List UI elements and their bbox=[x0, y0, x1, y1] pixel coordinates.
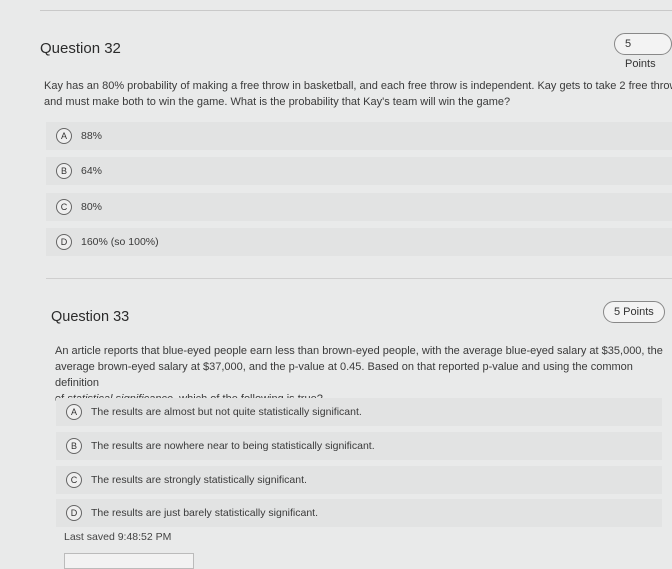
submit-button-partial[interactable] bbox=[64, 553, 194, 569]
option-label: The results are strongly statistically s… bbox=[91, 474, 307, 486]
question-33-title: Question 33 bbox=[51, 309, 130, 325]
option-label: The results are nowhere near to being st… bbox=[91, 440, 375, 452]
option-letter-d: D bbox=[66, 505, 82, 521]
option-letter-a: A bbox=[66, 404, 82, 420]
option-label: 160% (so 100%) bbox=[81, 236, 159, 248]
question-32-option-b[interactable]: B 64% bbox=[46, 157, 672, 185]
question-32-points-badge: 5 Points bbox=[614, 33, 672, 70]
option-label: 88% bbox=[81, 130, 103, 142]
option-label: 80% bbox=[81, 201, 103, 213]
question-33-text-line-1: An article reports that blue-eyed people… bbox=[55, 345, 663, 357]
question-32-option-a[interactable]: A 88% bbox=[46, 122, 672, 150]
question-33-points-badge: 5 Points bbox=[603, 301, 665, 323]
question-32-option-d[interactable]: D 160% (so 100%) bbox=[46, 228, 672, 256]
option-label: The results are just barely statisticall… bbox=[91, 507, 319, 519]
option-letter-d: D bbox=[56, 234, 72, 250]
last-saved-status: Last saved 9:48:52 PM bbox=[64, 531, 172, 543]
option-letter-b: B bbox=[66, 438, 82, 454]
option-letter-a: A bbox=[56, 128, 72, 144]
question-divider bbox=[46, 278, 672, 279]
option-label: 64% bbox=[81, 165, 103, 177]
question-32-text-line-1: Kay has an 80% probability of making a f… bbox=[44, 80, 672, 92]
option-letter-b: B bbox=[56, 163, 72, 179]
question-32-title: Question 32 bbox=[40, 40, 121, 57]
question-32-text-line-2: and must make both to win the game. What… bbox=[44, 96, 511, 108]
question-33-option-b[interactable]: B The results are nowhere near to being … bbox=[56, 432, 662, 460]
question-33-text-line-2: average brown-eyed salary at $37,000, an… bbox=[55, 361, 633, 389]
option-letter-c: C bbox=[66, 472, 82, 488]
option-label: The results are almost but not quite sta… bbox=[91, 406, 362, 418]
question-32-text: Kay has an 80% probability of making a f… bbox=[44, 78, 672, 110]
question-33-option-a[interactable]: A The results are almost but not quite s… bbox=[56, 398, 662, 426]
question-32-option-c[interactable]: C 80% bbox=[46, 193, 672, 221]
option-letter-c: C bbox=[56, 199, 72, 215]
question-33-option-c[interactable]: C The results are strongly statistically… bbox=[56, 466, 662, 494]
question-33-option-d[interactable]: D The results are just barely statistica… bbox=[56, 499, 662, 527]
top-divider bbox=[40, 10, 672, 11]
